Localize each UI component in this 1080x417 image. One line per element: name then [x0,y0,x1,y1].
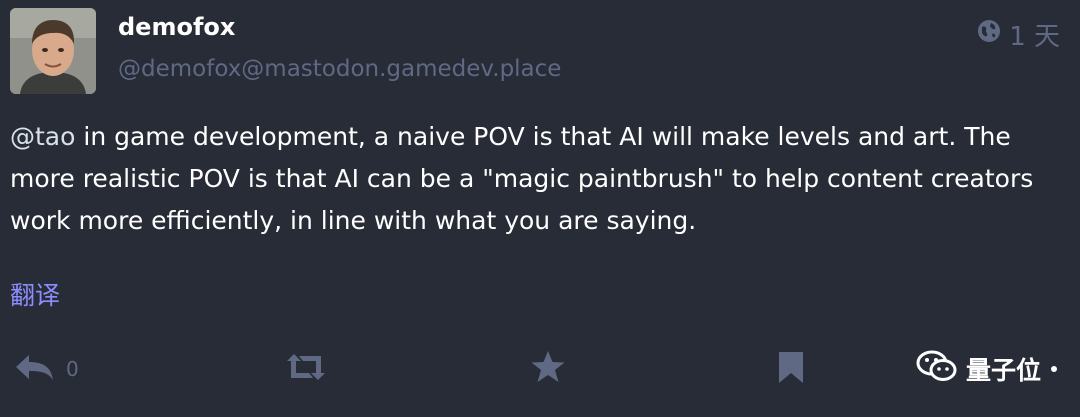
status-content: @tao in game development, a naive POV is… [10,116,1070,242]
reply-button[interactable]: 0 [16,345,79,393]
status-meta: 1 天 [977,16,1060,53]
reply-count: 0 [66,357,79,381]
wechat-icon [916,350,958,388]
favourite-button[interactable] [530,345,566,393]
display-name[interactable]: demofox [118,13,235,41]
translate-button[interactable]: 翻译 [10,276,60,312]
avatar[interactable] [10,8,96,94]
reblog-button[interactable] [285,345,327,393]
globe-icon [977,19,1001,50]
bookmark-button[interactable] [777,345,805,393]
reply-icon [16,352,54,386]
status-time[interactable]: 1 天 [1009,16,1060,53]
account-handle[interactable]: @demofox@mastodon.gamedev.place [118,56,561,82]
watermark-label: 量子位 [966,356,1042,385]
mention-link[interactable]: @tao [10,122,75,151]
status-text: in game development, a naive POV is that… [10,122,1034,235]
star-icon [530,350,566,388]
avatar-image [10,8,96,94]
watermark-dot [1051,366,1058,372]
retweet-icon [285,353,327,385]
status-card: demofox @demofox@mastodon.gamedev.place … [0,0,1080,417]
watermark: 量子位 [916,350,1058,388]
bookmark-icon [777,350,805,388]
